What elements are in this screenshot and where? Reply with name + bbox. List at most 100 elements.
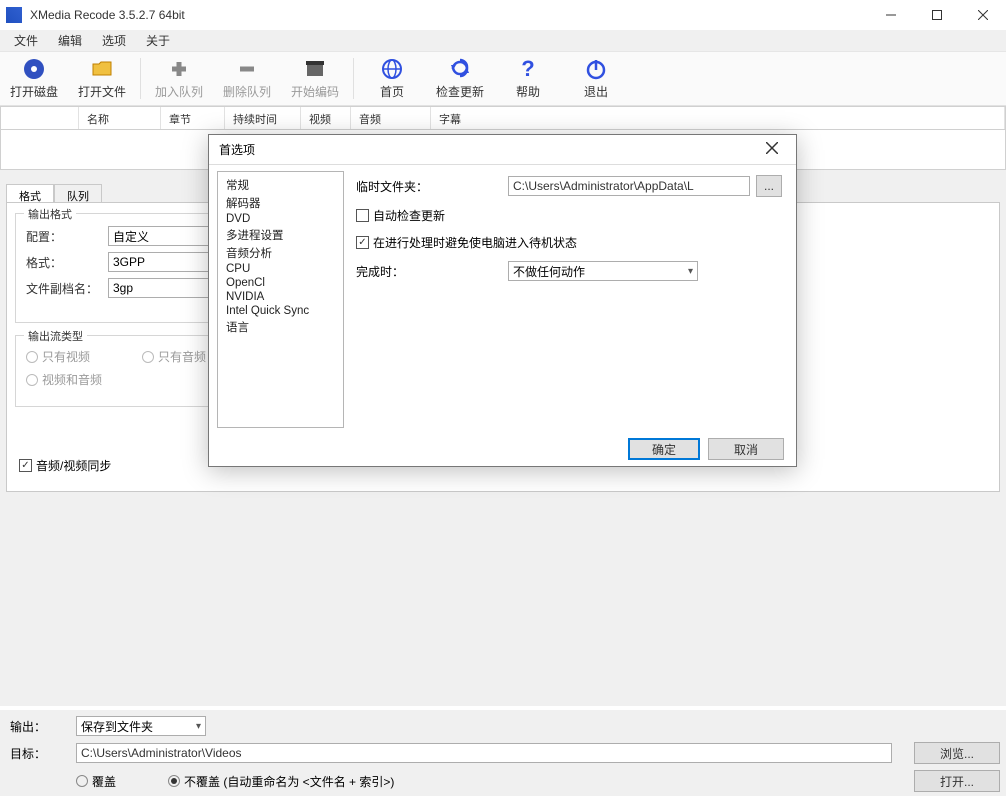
minus-icon	[235, 57, 259, 81]
ext-label: 文件副档名：	[26, 280, 102, 297]
check-update-button[interactable]: 检查更新	[426, 52, 494, 105]
list-item[interactable]: 多进程设置	[222, 226, 339, 244]
output-select[interactable]: 保存到文件夹▾	[76, 716, 206, 736]
format-label: 格式：	[26, 254, 102, 271]
only-video-label: 只有视频	[42, 348, 90, 365]
list-item[interactable]: CPU	[222, 262, 339, 276]
window-title: XMedia Recode 3.5.2.7 64bit	[30, 8, 868, 22]
prevent-sleep-checkbox[interactable]: ✓ 在进行处理时避免使电脑进入待机状态	[356, 234, 782, 251]
list-item[interactable]: DVD	[222, 212, 339, 226]
on-complete-value: 不做任何动作	[513, 263, 585, 280]
on-complete-select[interactable]: 不做任何动作 ▾	[508, 261, 698, 281]
list-item[interactable]: 常规	[222, 176, 339, 194]
radio-icon	[26, 374, 38, 386]
radio-icon	[142, 351, 154, 363]
globe-icon	[380, 57, 404, 81]
ok-button[interactable]: 确定	[628, 438, 700, 460]
video-audio-label: 视频和音频	[42, 371, 102, 388]
chevron-down-icon: ▾	[196, 721, 201, 732]
help-button[interactable]: ? 帮助	[494, 52, 562, 105]
open-file-label: 打开文件	[78, 83, 126, 100]
only-audio-label: 只有音频	[158, 348, 206, 365]
refresh-icon	[448, 57, 472, 81]
remove-queue-button[interactable]: 删除队列	[213, 52, 281, 105]
list-item[interactable]: 语言	[222, 318, 339, 336]
question-icon: ?	[516, 57, 540, 81]
checkbox-icon: ✓	[356, 236, 369, 249]
plus-icon	[167, 57, 191, 81]
on-complete-label: 完成时：	[356, 263, 452, 280]
temp-folder-label: 临时文件夹：	[356, 178, 452, 195]
open-disc-button[interactable]: 打开磁盘	[0, 52, 68, 105]
minimize-button[interactable]	[868, 0, 914, 30]
menu-options[interactable]: 选项	[92, 30, 136, 51]
dialog-body: 常规 解码器 DVD 多进程设置 音频分析 CPU OpenCl NVIDIA …	[217, 171, 788, 428]
col-header-name[interactable]: 名称	[79, 107, 161, 129]
col-header-subtitle[interactable]: 字幕	[431, 107, 1005, 129]
menu-file[interactable]: 文件	[4, 30, 48, 51]
col-header-chapter[interactable]: 章节	[161, 107, 225, 129]
av-sync-checkbox[interactable]: ✓ 音频/视频同步	[19, 457, 111, 474]
list-item[interactable]: NVIDIA	[222, 290, 339, 304]
col-header[interactable]	[1, 107, 79, 129]
dialog-title: 首选项	[219, 141, 756, 158]
power-icon	[584, 57, 608, 81]
list-item[interactable]: Intel Quick Sync	[222, 304, 339, 318]
maximize-button[interactable]	[914, 0, 960, 30]
dialog-close-button[interactable]	[756, 141, 788, 159]
browse-button[interactable]: 浏览...	[914, 742, 1000, 764]
auto-check-checkbox[interactable]: 自动检查更新	[356, 207, 782, 224]
radio-icon	[26, 351, 38, 363]
radio-no-overwrite[interactable]: 不覆盖 (自动重命名为 <文件名 + 索引>)	[168, 773, 394, 790]
col-header-audio[interactable]: 音频	[351, 107, 431, 129]
folder-open-icon	[90, 57, 114, 81]
checkbox-icon	[356, 209, 369, 222]
col-header-video[interactable]: 视频	[301, 107, 351, 129]
radio-video-audio[interactable]: 视频和音频	[26, 371, 102, 388]
list-item[interactable]: 音频分析	[222, 244, 339, 262]
close-button[interactable]	[960, 0, 1006, 30]
checkbox-icon: ✓	[19, 459, 32, 472]
start-encode-label: 开始编码	[291, 83, 339, 100]
app-icon	[6, 7, 22, 23]
clapper-icon	[303, 57, 327, 81]
list-item[interactable]: 解码器	[222, 194, 339, 212]
open-button[interactable]: 打开...	[914, 770, 1000, 792]
no-overwrite-label: 不覆盖 (自动重命名为 <文件名 + 索引>)	[184, 773, 394, 790]
menu-about[interactable]: 关于	[136, 30, 180, 51]
chevron-down-icon: ▾	[688, 266, 693, 277]
open-file-button[interactable]: 打开文件	[68, 52, 136, 105]
cancel-button[interactable]: 取消	[708, 438, 784, 460]
close-icon	[978, 10, 988, 20]
radio-only-audio[interactable]: 只有音频	[142, 348, 206, 365]
profile-value: 自定义	[113, 228, 149, 245]
radio-overwrite[interactable]: 覆盖	[76, 773, 116, 790]
toolbar-separator	[140, 58, 141, 99]
radio-only-video[interactable]: 只有视频	[26, 348, 90, 365]
homepage-label: 首页	[380, 83, 404, 100]
maximize-icon	[932, 10, 942, 20]
profile-label: 配置：	[26, 228, 102, 245]
dialog-title-bar: 首选项	[209, 135, 796, 165]
homepage-button[interactable]: 首页	[358, 52, 426, 105]
dialog-buttons: 确定 取消	[628, 438, 784, 460]
exit-button[interactable]: 退出	[562, 52, 630, 105]
overwrite-label: 覆盖	[92, 773, 116, 790]
exit-label: 退出	[584, 83, 608, 100]
output-panel: 输出： 保存到文件夹▾ 目标： C:\Users\Administrator\V…	[0, 710, 1006, 796]
preferences-dialog: 首选项 常规 解码器 DVD 多进程设置 音频分析 CPU OpenCl NVI…	[208, 134, 797, 467]
group-output-legend: 输出格式	[24, 206, 76, 222]
start-encode-button[interactable]: 开始编码	[281, 52, 349, 105]
add-queue-button[interactable]: 加入队列	[145, 52, 213, 105]
menu-edit[interactable]: 编辑	[48, 30, 92, 51]
col-header-duration[interactable]: 持续时间	[225, 107, 301, 129]
auto-check-label: 自动检查更新	[373, 207, 445, 224]
temp-browse-button[interactable]: ...	[756, 175, 782, 197]
target-input[interactable]: C:\Users\Administrator\Videos	[76, 743, 892, 763]
target-value: C:\Users\Administrator\Videos	[81, 746, 242, 760]
temp-folder-input[interactable]: C:\Users\Administrator\AppData\L	[508, 176, 750, 196]
list-item[interactable]: OpenCl	[222, 276, 339, 290]
category-list[interactable]: 常规 解码器 DVD 多进程设置 音频分析 CPU OpenCl NVIDIA …	[217, 171, 344, 428]
window-controls	[868, 0, 1006, 30]
av-sync-label: 音频/视频同步	[36, 457, 111, 474]
